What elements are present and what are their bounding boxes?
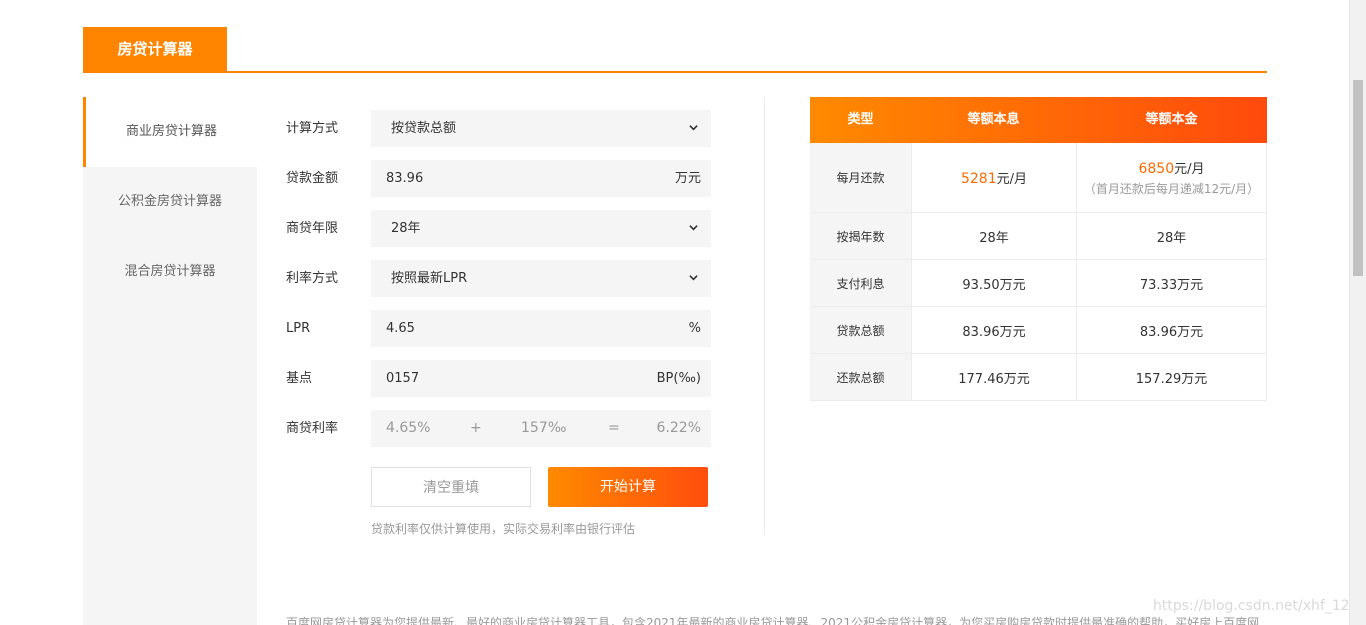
- loan-amount-value: 83.96: [386, 171, 424, 186]
- header-type: 类型: [847, 112, 874, 127]
- basis-point-input[interactable]: 0157 BP(‰): [371, 360, 711, 397]
- scrollbar-thumb[interactable]: [1353, 80, 1363, 276]
- loan-rate-label: 商贷利率: [286, 421, 339, 436]
- row-value-equal-installment: 28年: [911, 213, 1076, 259]
- calculator-tab[interactable]: 房贷计算器: [83, 27, 227, 71]
- monthly-equal-installment: 5281元/月: [911, 143, 1076, 212]
- loan-amount-input[interactable]: 83.96 万元: [371, 160, 711, 197]
- table-row: 贷款总额 83.96万元 83.96万元: [810, 307, 1267, 354]
- monthly-equal-principal-amount: 6850: [1138, 161, 1175, 177]
- calculator-tab-label: 房贷计算器: [117, 40, 193, 58]
- result-header: 类型 等额本息 等额本金: [810, 97, 1267, 143]
- row-value-equal-principal: 28年: [1076, 213, 1267, 259]
- monthly-equal-installment-amount: 5281: [960, 171, 997, 187]
- rate-mode-select[interactable]: 按照最新LPR: [371, 260, 711, 297]
- row-label: 每月还款: [810, 143, 911, 212]
- calc-method-label: 计算方式: [286, 121, 339, 136]
- rate-mode-label: 利率方式: [286, 271, 339, 286]
- table-row-monthly: 每月还款 5281元/月 6850元/月 （首月还款后每月递减12元/月）: [810, 143, 1267, 213]
- loan-rate-result: 6.22%: [656, 420, 701, 436]
- monthly-equal-principal-value: 6850元/月: [1138, 158, 1204, 177]
- loan-amount-unit: 万元: [674, 171, 701, 186]
- table-row: 还款总额 177.46万元 157.29万元: [810, 354, 1267, 401]
- row-value-equal-installment: 93.50万元: [911, 260, 1076, 306]
- sidebar-item-commercial[interactable]: 商业房贷计算器: [83, 97, 257, 167]
- row-label: 贷款总额: [810, 307, 911, 353]
- basis-point-value: 0157: [386, 371, 420, 386]
- calc-method-row: 计算方式 按贷款总额: [286, 110, 716, 147]
- watermark: https://blog.csdn.net/xhf_123: [1153, 598, 1359, 614]
- row-label: 支付利息: [810, 260, 911, 306]
- loan-rate-bp: 157‰: [521, 420, 567, 436]
- monthly-equal-installment-unit: 元/月: [996, 172, 1028, 187]
- row-value-equal-installment: 177.46万元: [911, 354, 1076, 400]
- loan-rate-display: 4.65% + 157‰ = 6.22%: [371, 410, 711, 447]
- chevron-down-icon: [689, 275, 698, 281]
- row-value-equal-principal: 83.96万元: [1076, 307, 1267, 353]
- lpr-unit: %: [688, 321, 701, 336]
- sidebar-item-hybrid[interactable]: 混合房贷计算器: [83, 237, 257, 307]
- lpr-row: LPR 4.65 %: [286, 310, 716, 347]
- loan-amount-label: 贷款金额: [286, 171, 339, 186]
- monthly-decrease-note: （首月还款后每月递减12元/月）: [1083, 182, 1260, 196]
- loan-rate-plus: +: [470, 420, 482, 436]
- basis-point-unit: BP(‰): [656, 371, 701, 386]
- table-row: 按揭年数 28年 28年: [810, 213, 1267, 260]
- loan-term-value: 28年: [391, 221, 421, 236]
- row-label: 还款总额: [810, 354, 911, 400]
- loan-rate-lpr: 4.65%: [386, 420, 431, 436]
- header-equal-principal: 等额本金: [1145, 112, 1198, 127]
- calculator-sidebar: 商业房贷计算器 公积金房贷计算器 混合房贷计算器: [83, 97, 257, 625]
- basis-point-label: 基点: [286, 371, 313, 386]
- loan-term-select[interactable]: 28年: [371, 210, 711, 247]
- monthly-equal-principal-unit: 元/月: [1174, 162, 1205, 177]
- sidebar-item-provident-fund[interactable]: 公积金房贷计算器: [83, 167, 257, 237]
- row-value-equal-installment: 83.96万元: [911, 307, 1076, 353]
- header-equal-installment: 等额本息: [967, 112, 1020, 127]
- rate-mode-value: 按照最新LPR: [391, 271, 468, 286]
- page-scrollbar[interactable]: [1349, 0, 1366, 625]
- lpr-value: 4.65: [386, 321, 415, 336]
- loan-rate-equals: =: [608, 420, 620, 436]
- loan-term-row: 商贷年限 28年: [286, 210, 716, 247]
- calc-method-select[interactable]: 按贷款总额: [371, 110, 711, 147]
- monthly-equal-principal: 6850元/月 （首月还款后每月递减12元/月）: [1076, 143, 1267, 212]
- rate-mode-row: 利率方式 按照最新LPR: [286, 260, 716, 297]
- clear-button[interactable]: 清空重填: [371, 467, 531, 507]
- lpr-label: LPR: [286, 321, 311, 336]
- basis-point-row: 基点 0157 BP(‰): [286, 360, 716, 397]
- vertical-divider: [764, 97, 765, 535]
- seo-description: 百度网房贷计算器为您提供最新、最好的商业房贷计算器工具，包含2021年最新的商业…: [286, 616, 1260, 625]
- row-value-equal-principal: 73.33万元: [1076, 260, 1267, 306]
- tab-underline: [83, 71, 1267, 73]
- chevron-down-icon: [689, 225, 698, 231]
- loan-rate-row: 商贷利率 4.65% + 157‰ = 6.22%: [286, 410, 716, 447]
- calc-method-value: 按贷款总额: [391, 121, 457, 136]
- table-row: 支付利息 93.50万元 73.33万元: [810, 260, 1267, 307]
- calculate-button[interactable]: 开始计算: [548, 467, 708, 507]
- chevron-down-icon: [689, 125, 698, 131]
- loan-amount-row: 贷款金额 83.96 万元: [286, 160, 716, 197]
- row-value-equal-principal: 157.29万元: [1076, 354, 1267, 400]
- lpr-input[interactable]: 4.65 %: [371, 310, 711, 347]
- monthly-equal-installment-value: 5281元/月: [961, 168, 1027, 187]
- rate-disclaimer: 贷款利率仅供计算使用，实际交易利率由银行评估: [371, 522, 636, 536]
- loan-term-label: 商贷年限: [286, 221, 339, 236]
- row-label: 按揭年数: [810, 213, 911, 259]
- result-table: 类型 等额本息 等额本金 每月还款 5281元/月 6850元/月 （首月还款后…: [810, 97, 1267, 401]
